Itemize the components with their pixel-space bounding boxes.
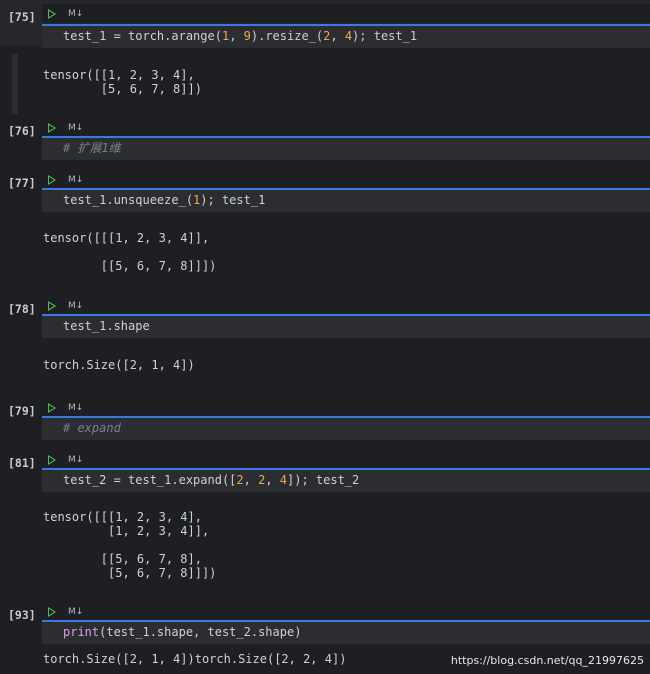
- cell-toolbar: M↓: [42, 450, 650, 469]
- cell-output: torch.Size([2, 1, 4]): [43, 358, 195, 372]
- cell-toolbar: M↓: [42, 4, 650, 23]
- run-cell-icon[interactable]: [48, 454, 56, 465]
- execution-count: [77]: [8, 176, 36, 190]
- markdown-toggle-button[interactable]: M↓: [68, 607, 83, 617]
- output-gutter[interactable]: [12, 54, 18, 114]
- watermark: https://blog.csdn.net/qq_21997625: [450, 654, 644, 667]
- cell-output: torch.Size([2, 1, 4])torch.Size([2, 2, 4…: [43, 652, 347, 666]
- run-cell-icon[interactable]: [48, 174, 56, 185]
- cell-toolbar: M↓: [42, 398, 650, 417]
- markdown-toggle-button[interactable]: M↓: [68, 455, 83, 465]
- execution-count: [81]: [8, 456, 36, 470]
- execution-count: [93]: [8, 608, 36, 622]
- execution-count: [79]: [8, 404, 36, 418]
- code-editor[interactable]: # 扩展1维: [42, 138, 650, 160]
- cell-toolbar: M↓: [42, 170, 650, 189]
- code-editor[interactable]: # expand: [42, 418, 650, 440]
- cell-output: tensor([[1, 2, 3, 4], [5, 6, 7, 8]]): [43, 68, 202, 96]
- run-cell-icon[interactable]: [48, 402, 56, 413]
- run-cell-icon[interactable]: [48, 300, 56, 311]
- cell-output: tensor([[[1, 2, 3, 4], [1, 2, 3, 4]], [[…: [43, 510, 217, 580]
- cell-toolbar: M↓: [42, 602, 650, 621]
- execution-count: [75]: [8, 10, 36, 24]
- markdown-toggle-button[interactable]: M↓: [68, 403, 83, 413]
- markdown-toggle-button[interactable]: M↓: [68, 123, 83, 133]
- markdown-toggle-button[interactable]: M↓: [68, 301, 83, 311]
- cell-toolbar: M↓: [42, 296, 650, 315]
- code-editor[interactable]: test_1 = torch.arange(1, 9).resize_(2, 4…: [42, 26, 650, 48]
- cell-toolbar: M↓: [42, 118, 650, 137]
- run-cell-icon[interactable]: [48, 606, 56, 617]
- execution-count: [76]: [8, 124, 36, 138]
- run-cell-icon[interactable]: [48, 122, 56, 133]
- execution-count: [78]: [8, 302, 36, 316]
- code-editor[interactable]: print(test_1.shape, test_2.shape): [42, 622, 650, 644]
- cell-output: tensor([[[1, 2, 3, 4]], [[5, 6, 7, 8]]]): [43, 231, 217, 273]
- code-editor[interactable]: test_1.shape: [42, 316, 650, 338]
- markdown-toggle-button[interactable]: M↓: [68, 9, 83, 19]
- code-editor[interactable]: test_2 = test_1.expand([2, 2, 4]); test_…: [42, 470, 650, 492]
- markdown-toggle-button[interactable]: M↓: [68, 175, 83, 185]
- code-editor[interactable]: test_1.unsqueeze_(1); test_1: [42, 190, 650, 212]
- notebook: [75] M↓ test_1 = torch.arange(1, 9).resize…: [0, 0, 650, 674]
- run-cell-icon[interactable]: [48, 8, 56, 19]
